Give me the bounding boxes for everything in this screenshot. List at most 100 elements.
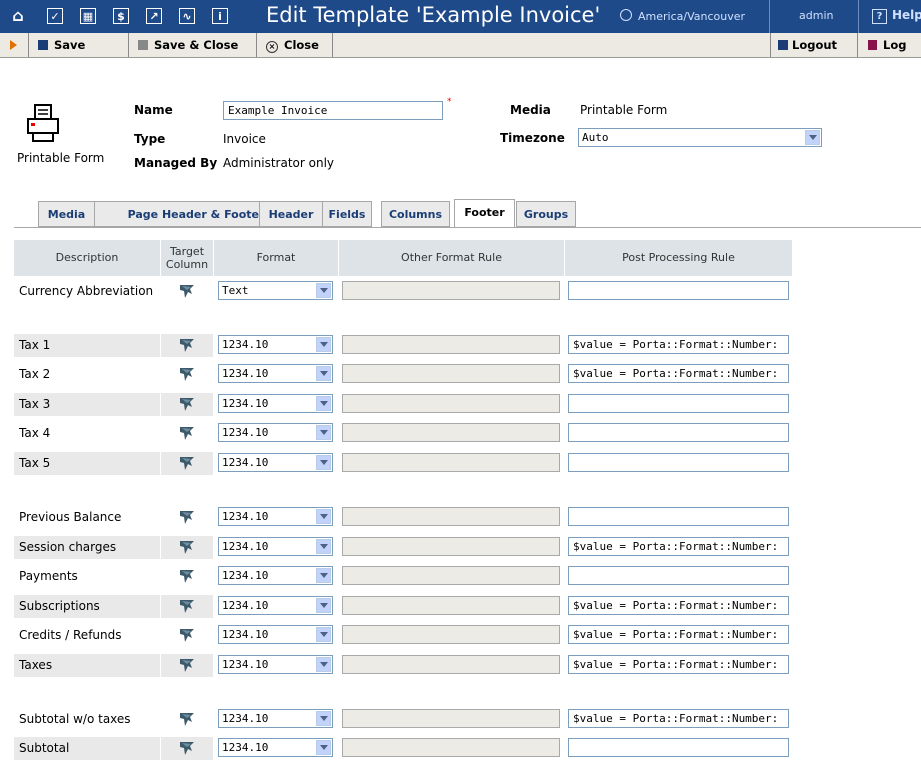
post-processing-rule-input[interactable] bbox=[568, 423, 789, 442]
target-pin-icon[interactable] bbox=[177, 365, 197, 385]
other-format-rule-input[interactable] bbox=[342, 394, 560, 413]
other-format-rule-input[interactable] bbox=[342, 281, 560, 300]
name-input[interactable]: Example Invoice bbox=[223, 101, 443, 120]
format-select[interactable]: 1234.10 bbox=[218, 655, 333, 674]
format-select[interactable]: 1234.10 bbox=[218, 423, 333, 442]
logout-icon bbox=[778, 40, 788, 50]
target-pin-icon[interactable] bbox=[177, 567, 197, 587]
target-pin-icon[interactable] bbox=[177, 710, 197, 730]
chart-icon[interactable]: ∿ bbox=[179, 8, 195, 24]
logout-label: Logout bbox=[792, 38, 838, 52]
other-format-rule-input[interactable] bbox=[342, 566, 560, 585]
save-button[interactable]: Save bbox=[38, 33, 85, 57]
grid-icon[interactable]: ▦ bbox=[80, 8, 96, 24]
target-pin-icon[interactable] bbox=[177, 656, 197, 676]
format-select[interactable]: 1234.10 bbox=[218, 394, 333, 413]
target-pin-icon[interactable] bbox=[177, 424, 197, 444]
target-pin-icon[interactable] bbox=[177, 538, 197, 558]
post-processing-rule-input[interactable]: $value = Porta::Format::Number: bbox=[568, 596, 789, 615]
other-format-rule-input[interactable] bbox=[342, 738, 560, 757]
target-pin-icon[interactable] bbox=[177, 508, 197, 528]
row-label: Tax 3 bbox=[19, 397, 51, 411]
page-title: Edit Template 'Example Invoice' bbox=[266, 3, 601, 27]
target-pin-icon[interactable] bbox=[177, 626, 197, 646]
other-format-rule-input[interactable] bbox=[342, 507, 560, 526]
tab-columns[interactable]: Columns bbox=[381, 201, 450, 227]
export-icon[interactable]: ↗ bbox=[146, 8, 162, 24]
post-processing-rule-input[interactable] bbox=[568, 453, 789, 472]
timezone-select[interactable]: Auto bbox=[578, 128, 822, 147]
other-format-rule-input[interactable] bbox=[342, 655, 560, 674]
timezone-text: America/Vancouver bbox=[638, 10, 746, 23]
other-format-rule-input[interactable] bbox=[342, 709, 560, 728]
other-format-rule-input[interactable] bbox=[342, 364, 560, 383]
format-select[interactable]: 1234.10 bbox=[218, 335, 333, 354]
checkbox-icon[interactable]: ✓ bbox=[47, 8, 63, 24]
target-pin-icon[interactable] bbox=[177, 395, 197, 415]
format-select[interactable]: Text bbox=[218, 281, 333, 300]
tab-fields[interactable]: Fields bbox=[322, 201, 372, 227]
target-pin-icon[interactable] bbox=[177, 597, 197, 617]
log-label: Log bbox=[883, 38, 907, 52]
format-select[interactable]: 1234.10 bbox=[218, 625, 333, 644]
post-processing-rule-input[interactable] bbox=[568, 394, 789, 413]
tab-footer[interactable]: Footer bbox=[454, 199, 515, 228]
target-pin-icon[interactable] bbox=[177, 336, 197, 356]
post-processing-rule-input[interactable] bbox=[568, 281, 789, 300]
format-select[interactable]: 1234.10 bbox=[218, 537, 333, 556]
other-format-rule-input[interactable] bbox=[342, 596, 560, 615]
format-select-value: 1234.10 bbox=[222, 599, 269, 612]
format-select[interactable]: 1234.10 bbox=[218, 507, 333, 526]
format-select[interactable]: 1234.10 bbox=[218, 566, 333, 585]
play-arrow-icon[interactable] bbox=[10, 40, 17, 50]
info-icon[interactable]: i bbox=[212, 8, 228, 24]
post-processing-rule-input[interactable] bbox=[568, 738, 789, 757]
target-pin-icon[interactable] bbox=[177, 454, 197, 474]
format-select[interactable]: 1234.10 bbox=[218, 453, 333, 472]
tab-groups[interactable]: Groups bbox=[516, 201, 576, 227]
help-link[interactable]: ? Help bbox=[872, 8, 921, 24]
post-processing-rule-input[interactable]: $value = Porta::Format::Number: bbox=[568, 364, 789, 383]
column-header-target-column: Target Column bbox=[161, 240, 213, 276]
format-select[interactable]: 1234.10 bbox=[218, 738, 333, 757]
format-select[interactable]: 1234.10 bbox=[218, 709, 333, 728]
post-processing-rule-input[interactable] bbox=[568, 566, 789, 585]
tab-header[interactable]: Header bbox=[259, 201, 323, 227]
other-format-rule-input[interactable] bbox=[342, 537, 560, 556]
target-pin-icon[interactable] bbox=[177, 282, 197, 302]
target-pin-icon[interactable] bbox=[177, 739, 197, 759]
post-processing-rule-input[interactable]: $value = Porta::Format::Number: bbox=[568, 655, 789, 674]
post-processing-rule-input[interactable]: $value = Porta::Format::Number: bbox=[568, 335, 789, 354]
help-label: Help bbox=[892, 8, 921, 22]
format-select[interactable]: 1234.10 bbox=[218, 364, 333, 383]
format-select[interactable]: 1234.10 bbox=[218, 596, 333, 615]
close-button[interactable]: × Close bbox=[266, 33, 319, 57]
chevron-down-icon bbox=[316, 509, 331, 524]
other-format-rule-input[interactable] bbox=[342, 335, 560, 354]
format-select-value: 1234.10 bbox=[222, 569, 269, 582]
post-processing-rule-input[interactable] bbox=[568, 507, 789, 526]
chevron-down-icon bbox=[316, 598, 331, 613]
column-header-format: Format bbox=[214, 240, 338, 276]
post-processing-rule-input[interactable]: $value = Porta::Format::Number: bbox=[568, 625, 789, 644]
post-processing-rule-input[interactable]: $value = Porta::Format::Number: bbox=[568, 537, 789, 556]
user-name[interactable]: admin bbox=[799, 9, 833, 22]
tab-media[interactable]: Media bbox=[38, 201, 95, 227]
save-close-button[interactable]: Save & Close bbox=[138, 33, 238, 57]
timezone-indicator[interactable]: America/Vancouver bbox=[620, 9, 745, 23]
other-format-rule-input[interactable] bbox=[342, 625, 560, 644]
type-value: Invoice bbox=[223, 132, 266, 146]
home-icon[interactable]: ⌂ bbox=[10, 8, 26, 24]
row-label: Previous Balance bbox=[19, 510, 122, 524]
post-processing-rule-input[interactable]: $value = Porta::Format::Number: bbox=[568, 709, 789, 728]
dollar-icon[interactable]: $ bbox=[113, 8, 129, 24]
other-format-rule-input[interactable] bbox=[342, 453, 560, 472]
timezone-select-value: Auto bbox=[582, 131, 609, 144]
top-bar: ⌂ ✓ ▦ $ ↗ ∿ i Edit Template 'Example Inv… bbox=[0, 0, 921, 33]
row-label: Taxes bbox=[19, 658, 53, 672]
format-select-value: 1234.10 bbox=[222, 426, 269, 439]
chevron-down-icon bbox=[805, 130, 820, 145]
other-format-rule-input[interactable] bbox=[342, 423, 560, 442]
logout-button[interactable]: Logout bbox=[778, 33, 837, 57]
log-button[interactable]: Log bbox=[868, 33, 906, 57]
